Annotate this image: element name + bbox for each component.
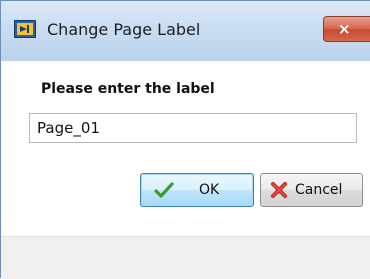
close-icon: ×	[338, 20, 351, 38]
cancel-button-label: Cancel	[295, 182, 343, 198]
close-button[interactable]: ×	[323, 16, 370, 42]
dialog-footer	[1, 236, 370, 279]
red-x-icon	[269, 180, 289, 200]
window-title: Change Page Label	[47, 20, 201, 39]
title-bar[interactable]: Change Page Label ×	[1, 1, 370, 61]
ok-button[interactable]: OK	[140, 173, 254, 207]
cancel-button[interactable]: Cancel	[260, 173, 363, 207]
change-page-label-dialog: Change Page Label × Please enter the lab…	[0, 0, 370, 279]
label-input[interactable]	[29, 113, 357, 143]
ok-button-label: OK	[199, 182, 220, 198]
dialog-body: Please enter the label OK Cancel	[1, 61, 370, 236]
prompt-label: Please enter the label	[41, 81, 215, 97]
page-label-icon	[14, 20, 36, 38]
checkmark-icon	[154, 180, 174, 200]
